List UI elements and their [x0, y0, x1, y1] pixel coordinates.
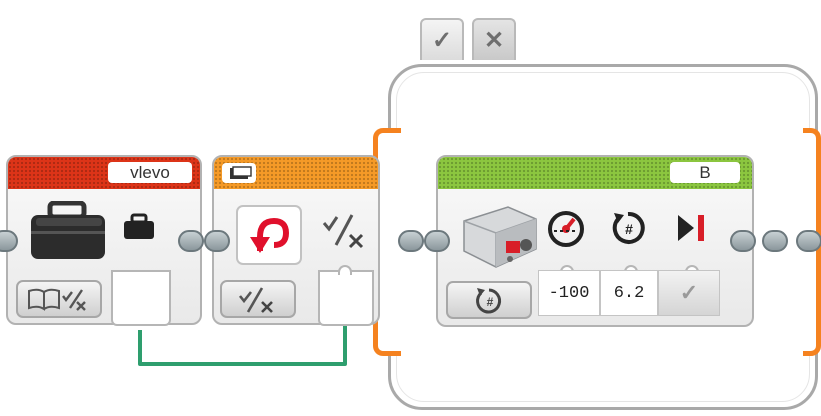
my-block-vlevo[interactable]: vlevo [6, 155, 202, 326]
loop-interrupt-icon-box [236, 205, 302, 265]
sequence-plug[interactable] [204, 230, 230, 252]
power-value[interactable]: -100 [538, 270, 600, 316]
brake-at-end-icon [678, 215, 704, 241]
brake-value[interactable]: ✓ [658, 270, 720, 316]
svg-text:#: # [487, 295, 494, 309]
book-logic-icon [28, 288, 86, 311]
loop-interrupt-mode-button[interactable] [220, 280, 296, 318]
svg-text:#: # [625, 221, 633, 237]
check-icon: ✓ [431, 26, 453, 54]
switch-tab-false[interactable]: ✕ [472, 18, 516, 60]
my-block-mode-button[interactable] [16, 280, 102, 318]
my-block-parameter-slot[interactable] [111, 270, 171, 326]
medium-motor-icon [463, 206, 537, 268]
rotations-icon: # [476, 288, 502, 314]
block-name-label[interactable]: vlevo [108, 162, 192, 183]
power-gauge-icon [548, 211, 584, 247]
loop-interrupt-input-slot[interactable] [318, 270, 374, 326]
loop-name-icon [230, 166, 252, 179]
motor-mode-button[interactable]: # [446, 281, 532, 319]
switch-tab-true[interactable]: ✓ [420, 18, 464, 60]
input-notch [338, 265, 352, 275]
logic-icon [322, 214, 364, 249]
sequence-plug[interactable] [762, 230, 788, 252]
rotations-count-icon: # [612, 211, 645, 244]
sequence-plug[interactable] [730, 230, 756, 252]
briefcase-small-icon [124, 213, 154, 239]
rotations-value[interactable]: 6.2 [600, 270, 658, 316]
sequence-plug[interactable] [398, 230, 424, 252]
loop-interrupt-icon [250, 217, 290, 253]
sequence-plug[interactable] [178, 230, 204, 252]
block-id-tab[interactable] [222, 163, 256, 183]
loop-interrupt-block[interactable] [212, 155, 380, 326]
sequence-plug[interactable] [424, 230, 450, 252]
close-icon: ✕ [483, 26, 505, 54]
port-selector[interactable]: B [670, 162, 740, 183]
briefcase-large-icon [31, 201, 105, 259]
sequence-plug[interactable] [796, 230, 821, 252]
logic-mode-icon [238, 287, 273, 313]
